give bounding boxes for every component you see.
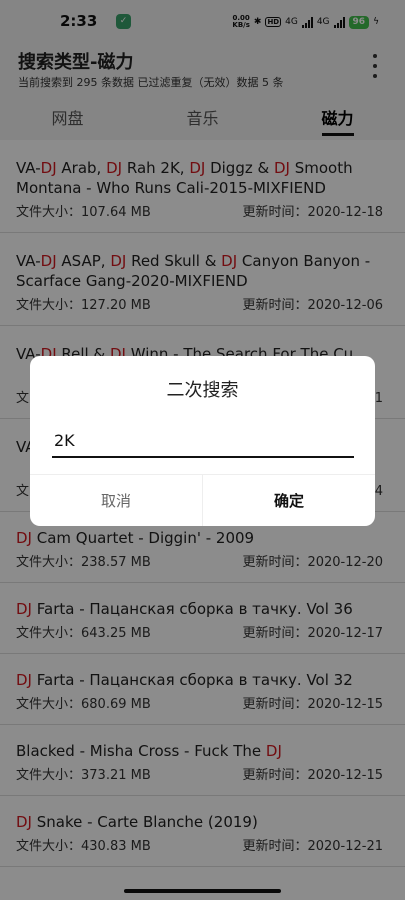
cancel-button[interactable]: 取消 — [30, 475, 203, 526]
search-input[interactable] — [52, 424, 354, 458]
dialog-title: 二次搜索 — [166, 380, 239, 401]
secondary-search-dialog: 二次搜索 取消 确定 — [30, 356, 375, 526]
dialog-actions: 取消 确定 — [30, 474, 375, 526]
confirm-button[interactable]: 确定 — [203, 475, 375, 526]
